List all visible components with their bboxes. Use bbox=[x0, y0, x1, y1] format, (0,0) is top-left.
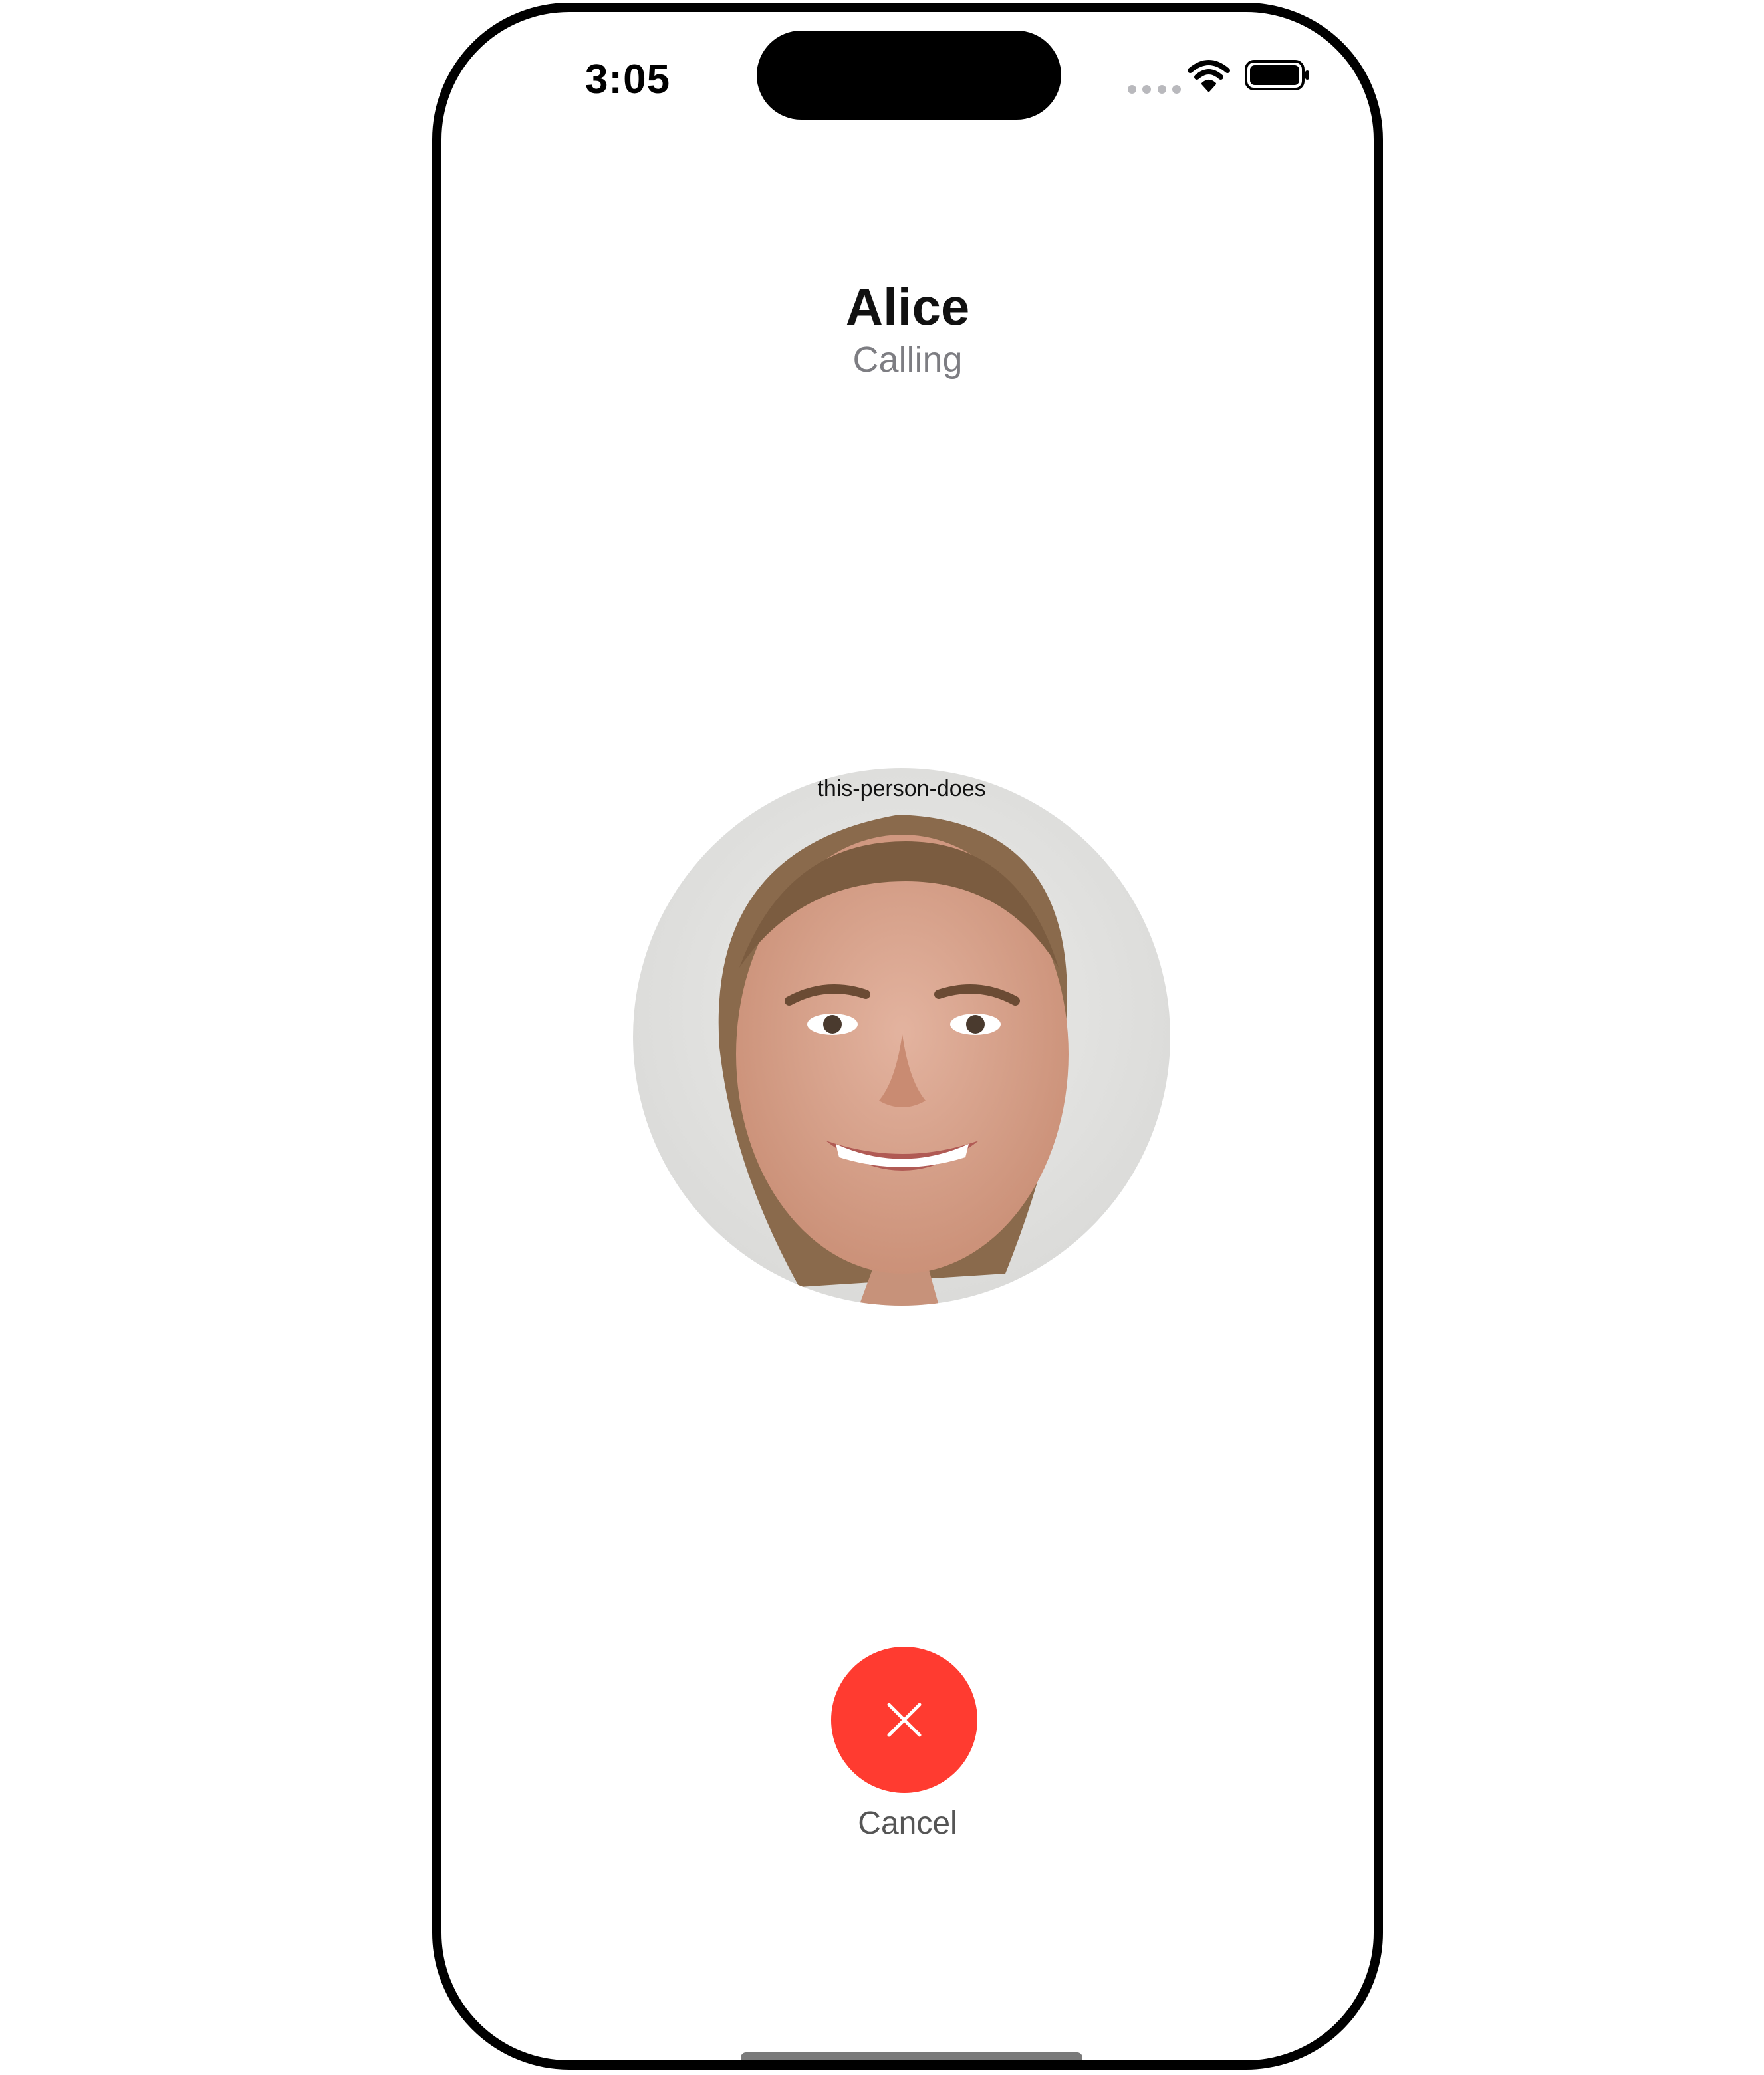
cancel-button[interactable] bbox=[831, 1647, 977, 1793]
signal-dots-icon bbox=[1128, 85, 1181, 94]
dynamic-island bbox=[757, 31, 1061, 120]
battery-icon bbox=[1245, 60, 1309, 90]
cancel-label: Cancel bbox=[858, 1806, 957, 1841]
close-icon bbox=[887, 1703, 922, 1737]
screen: 3:05 Alice Calling this-person-does Canc… bbox=[0, 0, 1764, 2075]
status-time: 3:05 bbox=[584, 57, 671, 102]
wifi-icon bbox=[1188, 60, 1230, 92]
caller-name: Alice bbox=[845, 277, 970, 336]
avatar-photo bbox=[633, 768, 1170, 1306]
cancel-area: Cancel bbox=[0, 1647, 1764, 1846]
home-indicator[interactable] bbox=[741, 2052, 1082, 2060]
call-status: Calling bbox=[852, 340, 963, 380]
avatar: this-person-does bbox=[633, 768, 1170, 1306]
avatar-alt-text: this-person-does bbox=[817, 776, 986, 801]
status-bar: 3:05 bbox=[441, 12, 1374, 145]
